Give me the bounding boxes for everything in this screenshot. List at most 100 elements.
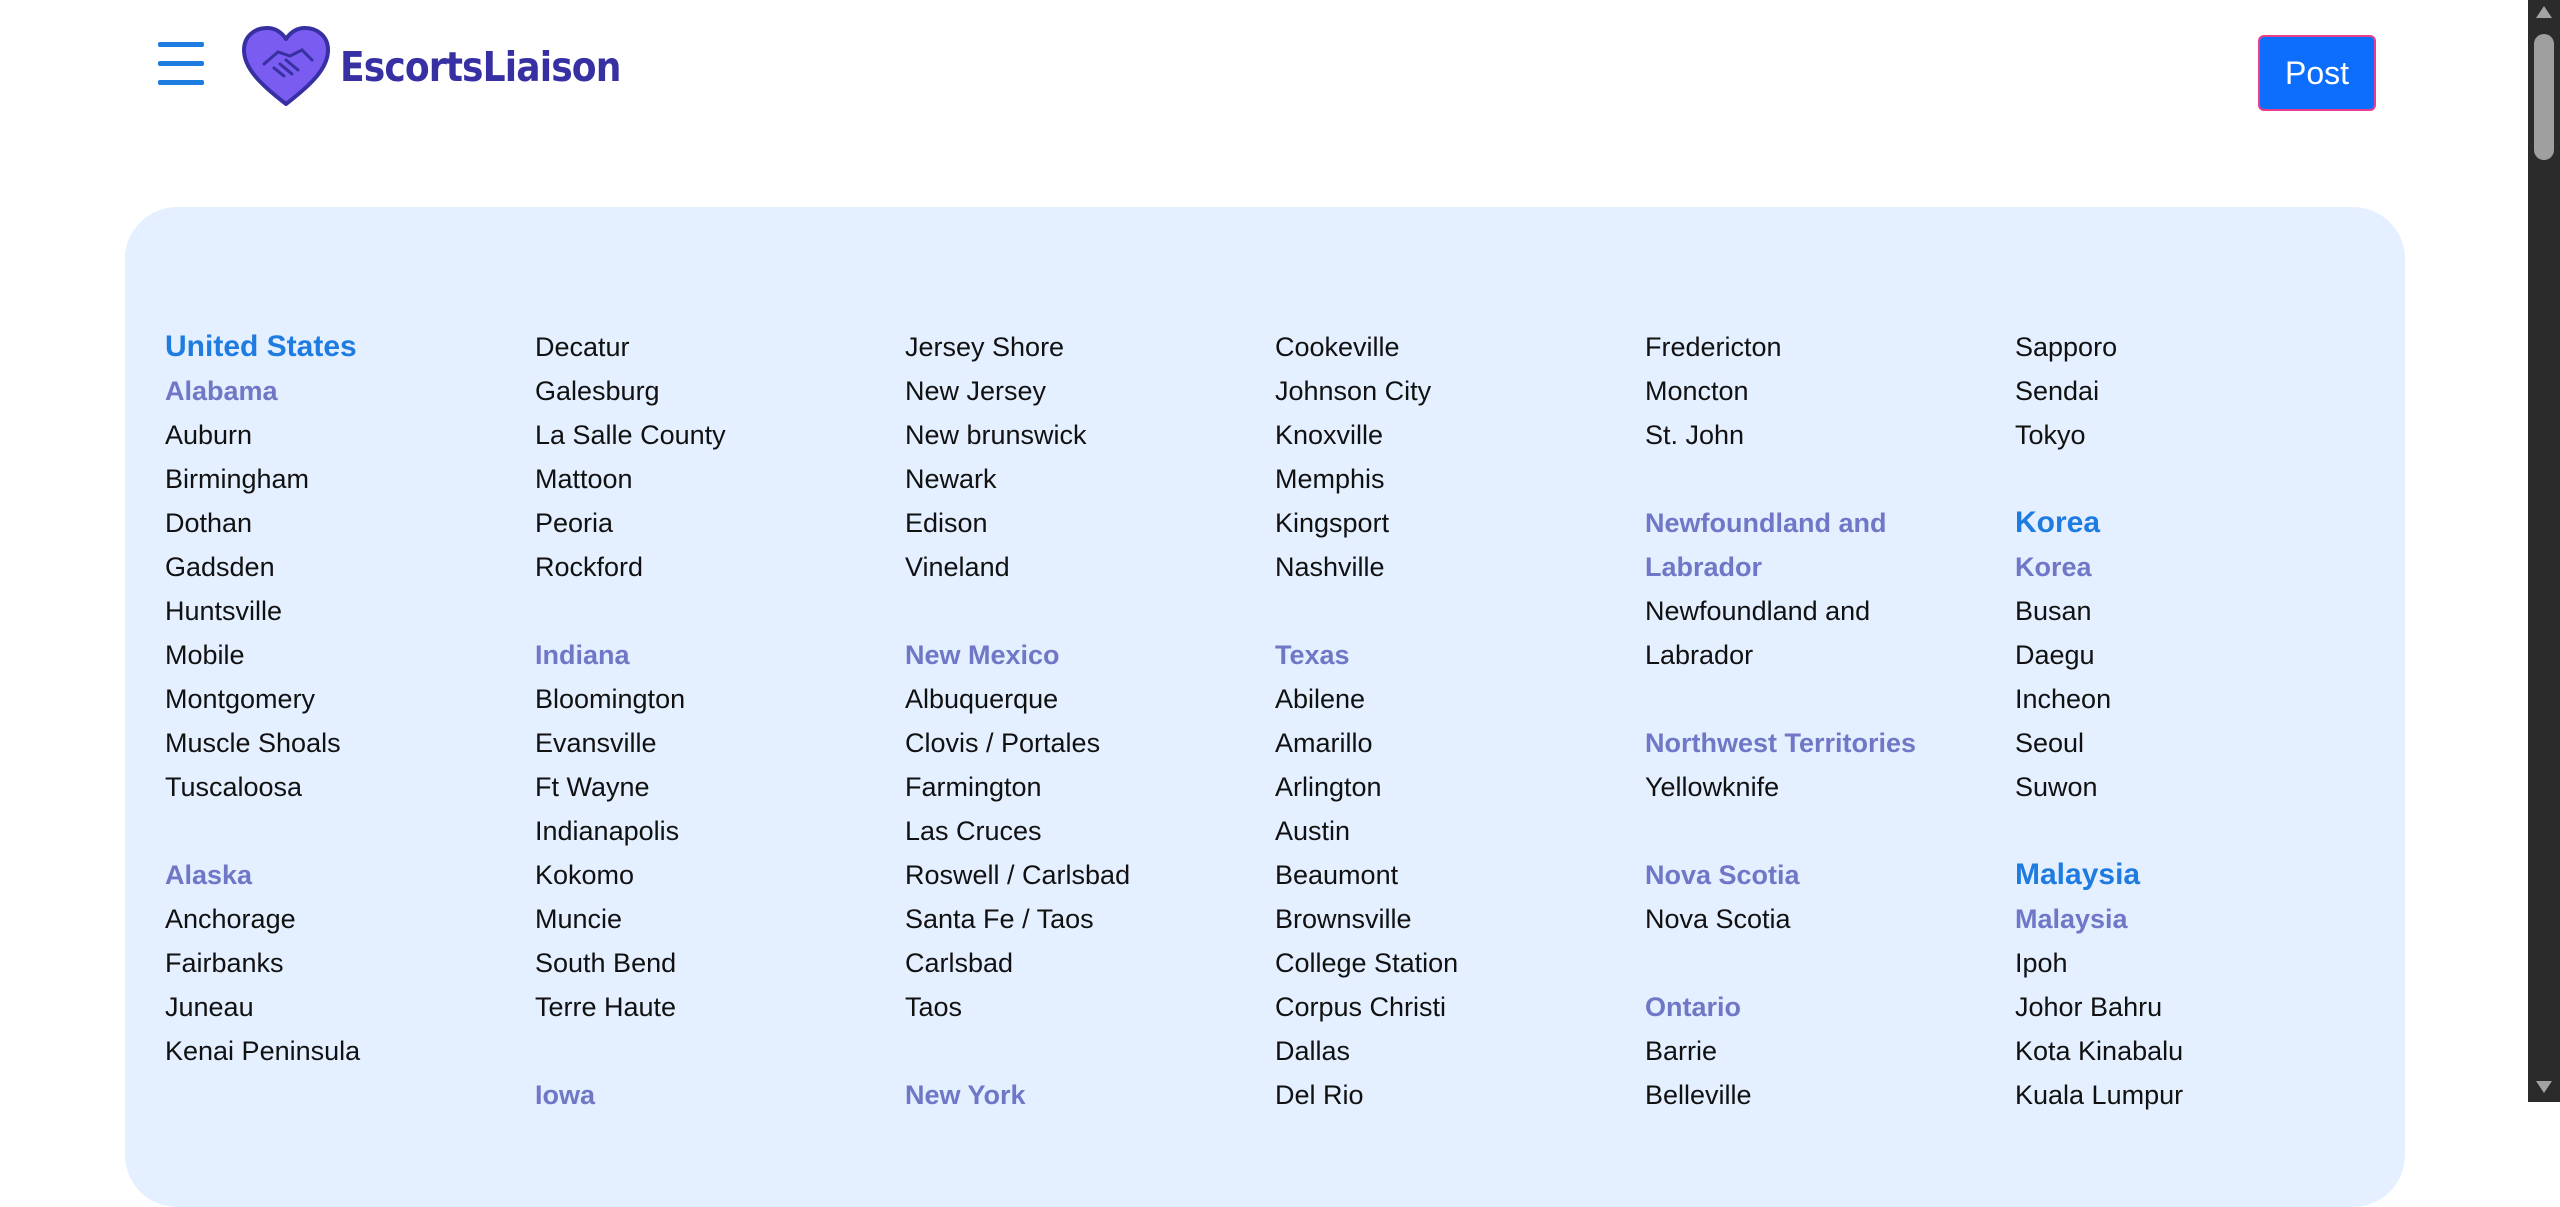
city-link[interactable]: Amarillo [1275,721,1625,765]
post-button[interactable]: Post [2258,35,2376,111]
city-link[interactable]: Kokomo [535,853,885,897]
city-link[interactable]: Taos [905,985,1255,1029]
city-link[interactable]: Cookeville [1275,325,1625,369]
site-logo[interactable]: EscortsLiaison [240,22,659,112]
city-link[interactable]: Las Cruces [905,809,1255,853]
city-link[interactable]: Vineland [905,545,1255,589]
city-link[interactable]: Mattoon [535,457,885,501]
city-link[interactable]: Evansville [535,721,885,765]
region-heading: New Mexico [905,640,1060,670]
city-link[interactable]: Galesburg [535,369,885,413]
city-link[interactable]: Gadsden [165,545,515,589]
city-link[interactable]: Carlsbad [905,941,1255,985]
city-link[interactable]: Beaumont [1275,853,1625,897]
region-heading: Malaysia [2015,904,2128,934]
city-link[interactable]: Muncie [535,897,885,941]
city-link[interactable]: Newfoundland and [1645,589,1995,633]
country-heading: Korea [2015,506,2101,539]
location-column: Fredericton Moncton St. John Newfoundland a… [1645,325,1995,1117]
city-link[interactable]: Knoxville [1275,413,1625,457]
city-link[interactable]: Montgomery [165,677,515,721]
scroll-down-arrow-icon[interactable] [2536,1081,2552,1093]
city-link[interactable]: Peoria [535,501,885,545]
city-link[interactable]: South Bend [535,941,885,985]
city-link[interactable]: Ipoh [2015,941,2365,985]
scroll-thumb[interactable] [2534,34,2554,160]
region-heading: Texas [1275,640,1350,670]
city-link[interactable]: Roswell / Carlsbad [905,853,1255,897]
city-link[interactable]: Rockford [535,545,885,589]
city-link[interactable]: Huntsville [165,589,515,633]
city-link[interactable]: Memphis [1275,457,1625,501]
city-link[interactable]: College Station [1275,941,1625,985]
hamburger-menu-icon[interactable] [158,42,206,86]
city-link[interactable]: Nashville [1275,545,1625,589]
city-link[interactable]: Nova Scotia [1645,897,1995,941]
city-link[interactable]: Juneau [165,985,515,1029]
region-heading: New York [905,1080,1026,1110]
city-link[interactable]: Daegu [2015,633,2365,677]
city-link[interactable]: Jersey Shore [905,325,1255,369]
scroll-up-arrow-icon[interactable] [2536,6,2552,18]
city-link[interactable]: Indianapolis [535,809,885,853]
city-link[interactable]: Kuala Lumpur [2015,1073,2365,1117]
city-link[interactable]: Barrie [1645,1029,1995,1073]
city-link[interactable]: Decatur [535,325,885,369]
city-link[interactable]: Brownsville [1275,897,1625,941]
region-heading: Nova Scotia [1645,860,1800,890]
city-link[interactable]: Muscle Shoals [165,721,515,765]
city-link[interactable]: Birmingham [165,457,515,501]
city-link[interactable]: Sapporo [2015,325,2365,369]
city-link[interactable]: Mobile [165,633,515,677]
city-link[interactable]: Albuquerque [905,677,1255,721]
city-link[interactable]: New Jersey [905,369,1255,413]
city-link[interactable]: Suwon [2015,765,2365,809]
city-link[interactable]: Dallas [1275,1029,1625,1073]
city-link[interactable]: Tuscaloosa [165,765,515,809]
city-link[interactable]: Busan [2015,589,2365,633]
region-heading: Newfoundland and [1645,508,1887,538]
city-link[interactable]: Abilene [1275,677,1625,721]
city-link[interactable]: Incheon [2015,677,2365,721]
city-link[interactable]: Arlington [1275,765,1625,809]
city-link[interactable]: Terre Haute [535,985,885,1029]
city-link[interactable]: Kenai Peninsula [165,1029,515,1073]
city-link[interactable]: Clovis / Portales [905,721,1255,765]
city-link[interactable]: Dothan [165,501,515,545]
city-link[interactable]: Labrador [1645,633,1995,677]
city-link[interactable]: Kingsport [1275,501,1625,545]
city-link[interactable]: Bloomington [535,677,885,721]
city-link[interactable]: New brunswick [905,413,1255,457]
location-column: Jersey Shore New Jersey New brunswick Newar… [905,325,1255,1117]
city-link[interactable]: La Salle County [535,413,885,457]
page-scrollbar[interactable] [2528,0,2560,1102]
city-link[interactable]: Seoul [2015,721,2365,765]
city-link[interactable]: Edison [905,501,1255,545]
city-link[interactable]: Johor Bahru [2015,985,2365,1029]
city-link[interactable]: Fredericton [1645,325,1995,369]
region-heading: Indiana [535,640,630,670]
city-link[interactable]: Del Rio [1275,1073,1625,1117]
city-link[interactable]: Auburn [165,413,515,457]
region-heading: Alabama [165,376,278,406]
city-link[interactable]: Farmington [905,765,1255,809]
city-link[interactable]: Moncton [1645,369,1995,413]
city-link[interactable]: Corpus Christi [1275,985,1625,1029]
city-link[interactable]: Anchorage [165,897,515,941]
city-link[interactable]: Johnson City [1275,369,1625,413]
city-link[interactable]: Santa Fe / Taos [905,897,1255,941]
city-link[interactable]: St. John [1645,413,1995,457]
location-column: Cookeville Johnson City Knoxville Memphis Ki… [1275,325,1625,1117]
city-link[interactable]: Kota Kinabalu [2015,1029,2365,1073]
city-link[interactable]: Belleville [1645,1073,1995,1117]
city-link[interactable]: Austin [1275,809,1625,853]
city-link[interactable]: Sendai [2015,369,2365,413]
city-link[interactable]: Newark [905,457,1255,501]
city-link[interactable]: Tokyo [2015,413,2365,457]
city-link[interactable]: Fairbanks [165,941,515,985]
city-link[interactable]: Yellowknife [1645,765,1995,809]
city-link[interactable]: Ft Wayne [535,765,885,809]
